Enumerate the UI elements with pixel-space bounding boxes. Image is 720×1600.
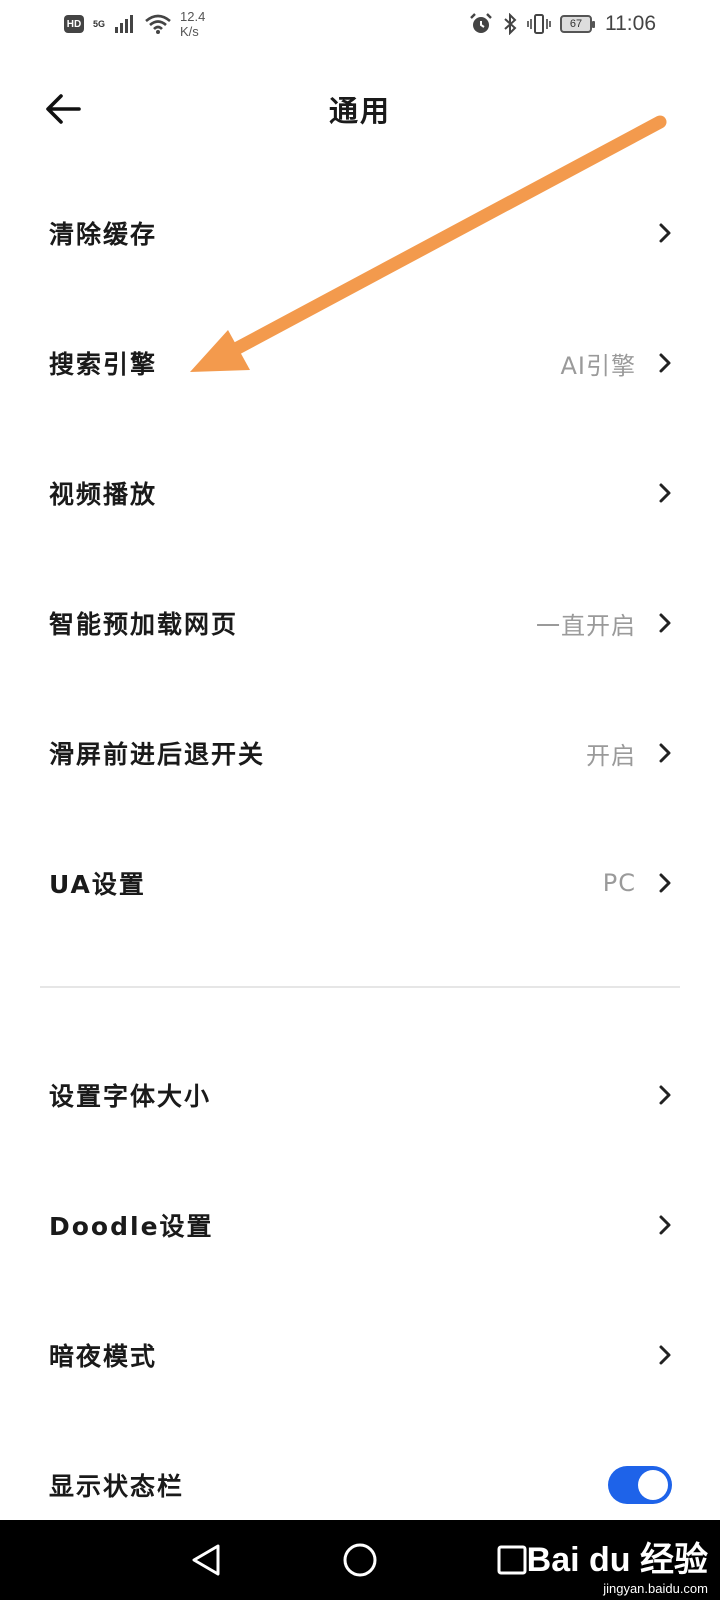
setting-video-playback[interactable]: 视频播放 <box>0 428 720 558</box>
status-bar-toggle[interactable] <box>608 1466 672 1504</box>
setting-doodle[interactable]: Doodle设置 <box>0 1160 720 1290</box>
setting-label: 暗夜模式 <box>49 1342 158 1371</box>
setting-value: 一直开启 <box>536 611 636 640</box>
chevron-right-icon <box>658 222 672 244</box>
setting-right: AI引擎 <box>561 346 673 381</box>
network-speed: 12.4 K/s <box>180 9 205 39</box>
screen: HD 5G 12.4 K/s 67 11:06 通用 清除缓存 搜索引擎 AI引… <box>0 0 720 1600</box>
chevron-right-icon <box>658 1344 672 1366</box>
baidu-logo: Bai du 经验 <box>526 1541 708 1579</box>
setting-right: 一直开启 <box>536 606 672 641</box>
battery-icon: 67 <box>560 15 595 33</box>
setting-right: 开启 <box>586 736 672 771</box>
wifi-icon <box>145 14 171 34</box>
setting-right: PC <box>603 869 672 897</box>
setting-value: PC <box>602 869 636 897</box>
setting-label: 智能预加载网页 <box>49 610 239 639</box>
navigation-bar: Bai du 经验 jingyan.baidu.com <box>0 1520 720 1600</box>
status-bar: HD 5G 12.4 K/s 67 11:06 <box>0 0 720 48</box>
chevron-right-icon <box>658 352 672 374</box>
circle-home-icon <box>343 1543 377 1577</box>
setting-value: AI引擎 <box>560 351 636 380</box>
setting-dark-mode[interactable]: 暗夜模式 <box>0 1290 720 1420</box>
speed-unit: K/s <box>180 24 199 39</box>
status-left: HD 5G 12.4 K/s <box>64 9 205 39</box>
setting-swipe-navigation[interactable]: 滑屏前进后退开关 开启 <box>0 688 720 818</box>
nav-back-button[interactable] <box>184 1538 228 1582</box>
setting-label: 设置字体大小 <box>49 1082 212 1111</box>
signal-icon <box>115 15 134 33</box>
setting-clear-cache[interactable]: 清除缓存 <box>0 168 720 298</box>
bluetooth-icon <box>504 13 517 35</box>
setting-right <box>636 482 672 504</box>
toggle-knob <box>638 1470 668 1500</box>
setting-label: 清除缓存 <box>49 220 158 249</box>
chevron-right-icon <box>658 612 672 634</box>
setting-smart-preload[interactable]: 智能预加载网页 一直开启 <box>0 558 720 688</box>
page-title: 通用 <box>328 94 391 128</box>
setting-search-engine[interactable]: 搜索引擎 AI引擎 <box>0 298 720 428</box>
chevron-right-icon <box>658 482 672 504</box>
watermark-url: jingyan.baidu.com <box>603 1581 708 1596</box>
setting-font-size[interactable]: 设置字体大小 <box>0 1030 720 1160</box>
setting-ua[interactable]: UA设置 PC <box>0 818 720 948</box>
triangle-back-icon <box>192 1544 220 1576</box>
header: 通用 <box>0 70 720 146</box>
setting-label: Doodle设置 <box>49 1212 214 1241</box>
hd-icon: HD <box>64 15 84 33</box>
baidu-watermark: Bai du 经验 jingyan.baidu.com <box>527 1532 708 1596</box>
section-divider <box>40 986 680 988</box>
setting-right <box>636 222 672 244</box>
chevron-right-icon <box>658 742 672 764</box>
square-recents-icon <box>497 1545 527 1575</box>
setting-label: 视频播放 <box>49 480 158 509</box>
network-type: 5G <box>93 18 106 29</box>
chevron-right-icon <box>658 1214 672 1236</box>
status-right: 67 11:06 <box>469 12 656 36</box>
setting-label: 显示状态栏 <box>49 1472 185 1501</box>
settings-list-general: 清除缓存 搜索引擎 AI引擎 视频播放 智能预加载网页 一直开启 滑屏前进后退开… <box>0 168 720 948</box>
nav-home-button[interactable] <box>338 1538 382 1582</box>
setting-label: 搜索引擎 <box>49 350 158 379</box>
vibrate-icon <box>527 14 551 34</box>
setting-value: 开启 <box>586 741 636 770</box>
chevron-right-icon <box>658 872 672 894</box>
chevron-right-icon <box>658 1084 672 1106</box>
setting-label: 滑屏前进后退开关 <box>49 740 266 769</box>
alarm-icon <box>470 13 492 33</box>
clock: 11:06 <box>605 12 656 35</box>
setting-label: UA设置 <box>49 870 146 899</box>
settings-list-display: 设置字体大小 Doodle设置 暗夜模式 显示状态栏 <box>0 1030 720 1550</box>
speed-value: 12.4 <box>180 9 206 24</box>
